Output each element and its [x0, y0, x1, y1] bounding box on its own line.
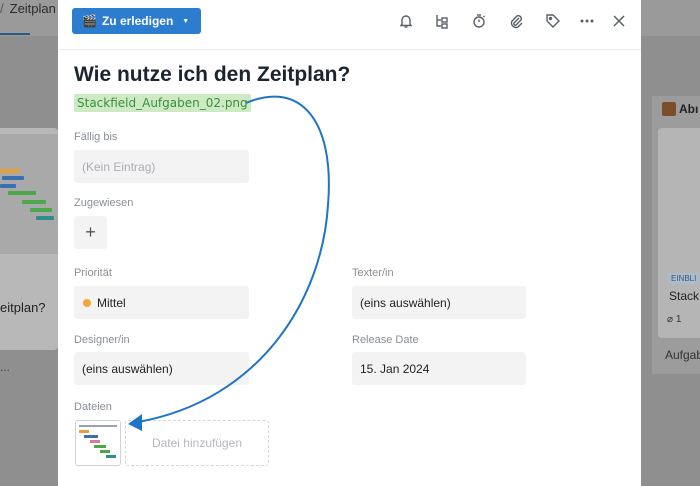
modal-header: 🎬 Zu erledigen ▼	[58, 0, 641, 50]
files-label: Dateien	[74, 401, 112, 413]
more-icon[interactable]	[576, 10, 598, 32]
stopwatch-icon[interactable]	[468, 10, 490, 32]
task-detail-modal: 🎬 Zu erledigen ▼ Wie nutze ich den Zeitp…	[58, 0, 641, 486]
film-clapper-icon: 🎬	[82, 14, 97, 28]
priority-label: Priorität	[74, 267, 112, 279]
status-dropdown-button[interactable]: 🎬 Zu erledigen ▼	[72, 8, 202, 34]
background-left-card-title: eitplan?	[0, 300, 46, 315]
chevron-down-icon: ▼	[182, 17, 190, 25]
priority-value: Mittel	[97, 295, 126, 310]
background-right-card-badge: EINBLI	[668, 273, 700, 284]
release-date-field[interactable]: 15. Jan 2024	[352, 352, 526, 385]
priority-dot-icon	[83, 298, 91, 307]
designer-field[interactable]: (eins auswählen)	[74, 352, 249, 385]
background-right-column-header: Abı	[662, 102, 698, 116]
plus-icon: +	[85, 222, 96, 242]
background-left-card-meta: ...	[0, 360, 11, 374]
status-label: Zu erledigen	[101, 14, 174, 28]
background-left-card: eitplan? ...	[0, 128, 58, 374]
paperclip-icon[interactable]	[505, 10, 527, 32]
add-file-button[interactable]: Datei hinzufügen	[125, 420, 269, 466]
background-right-card-meta-count: 1	[675, 314, 682, 325]
task-title[interactable]: Wie nutze ich den Zeitplan?	[74, 63, 350, 87]
tag-icon[interactable]	[542, 10, 564, 32]
designer-label: Designer/in	[74, 334, 130, 346]
writer-label: Texter/in	[352, 267, 394, 279]
release-date-label: Release Date	[352, 334, 419, 346]
background-right-card-title: Stack	[669, 289, 700, 303]
background-right-column-footer: Aufgab	[665, 348, 700, 362]
background-right-card	[658, 128, 700, 338]
background-breadcrumb: / Zeitplan	[0, 1, 56, 16]
box-icon	[662, 102, 676, 116]
background-left-card-thumbnail	[0, 134, 58, 254]
add-assignee-button[interactable]: +	[74, 216, 107, 249]
breadcrumb-separator: /	[0, 1, 4, 16]
close-icon[interactable]	[608, 10, 630, 32]
due-date-label: Fällig bis	[74, 131, 118, 143]
file-thumbnail[interactable]	[75, 420, 121, 466]
background-right-column-title: Abı	[679, 102, 699, 116]
assigned-label: Zugewiesen	[74, 197, 134, 209]
attachment-link[interactable]: Stackfield_Aufgaben_02.png	[74, 94, 251, 112]
paperclip-icon: ⌀	[667, 314, 674, 325]
background-right-card-meta: ⌀ 1	[667, 314, 681, 325]
background-active-tab-indicator	[0, 33, 30, 35]
priority-field[interactable]: Mittel	[74, 286, 249, 319]
bell-icon[interactable]	[395, 10, 417, 32]
due-date-field[interactable]: (Kein Eintrag)	[74, 150, 249, 183]
breadcrumb-current[interactable]: Zeitplan	[10, 1, 56, 16]
subtask-tree-icon[interactable]	[431, 10, 453, 32]
writer-field[interactable]: (eins auswählen)	[352, 286, 526, 319]
